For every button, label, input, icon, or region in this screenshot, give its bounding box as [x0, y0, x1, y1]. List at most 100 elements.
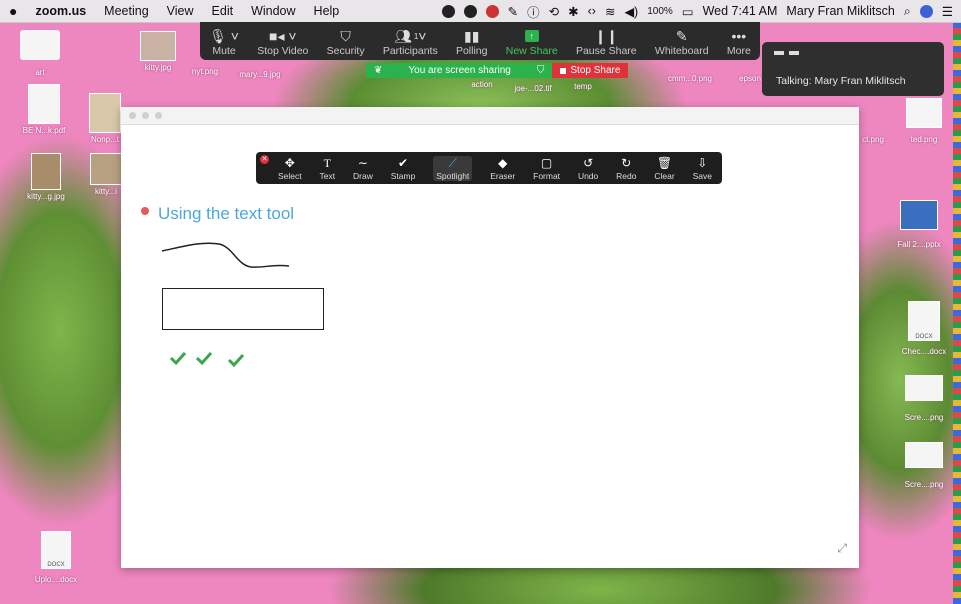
menu-help[interactable]: Help	[305, 4, 349, 18]
undo-button[interactable]: ↺ Undo	[578, 156, 598, 181]
window-titlebar[interactable]	[121, 107, 859, 125]
whiteboard-label: Whiteboard	[654, 45, 709, 57]
clear-button[interactable]: 🗑︎ Clear	[654, 156, 674, 181]
battery-percent[interactable]: 100%	[647, 6, 673, 17]
expand-corner-icon[interactable]: ⤢	[837, 541, 847, 556]
more-dots-icon: •••	[731, 28, 747, 44]
draw-tool[interactable]: ∼ Draw	[353, 156, 373, 181]
checkmark-stamp[interactable]	[227, 353, 245, 368]
apple-menu-icon[interactable]: ●	[0, 3, 26, 19]
redo-label: Redo	[616, 170, 637, 181]
info-icon[interactable]: ⓘ	[527, 2, 540, 21]
desktop-icon-temp[interactable]: temp	[553, 80, 613, 91]
eraser-tool[interactable]: ◆ Eraser	[490, 156, 515, 181]
menu-window[interactable]: Window	[242, 4, 304, 18]
pin-icon[interactable]: ✎	[508, 4, 518, 19]
user-name[interactable]: Mary Fran Miklitsch	[786, 4, 894, 18]
stop-video-button[interactable]: ■◂ ˅ Stop Video	[257, 27, 308, 58]
zoom-window-icon[interactable]	[155, 112, 162, 119]
desktop-icon-cmm[interactable]: cmm...0.png	[660, 72, 720, 83]
volume-icon[interactable]: ◀)	[624, 4, 638, 19]
whiteboard-window[interactable]: ✕ ✥ Select T Text ∼ Draw ✔ Stamp ⟋ Spotlight …	[121, 107, 859, 568]
desktop-icon-ben[interactable]: BE N...k.pdf	[14, 84, 74, 135]
desktop-icon-mary[interactable]: mary...9.jpg	[230, 68, 290, 79]
time-machine-icon[interactable]: ⟲	[549, 4, 559, 19]
redo-icon: ↻	[621, 155, 632, 170]
drawn-rectangle[interactable]	[162, 288, 324, 330]
checkmark-stamp[interactable]	[169, 351, 187, 366]
image-file-icon	[906, 98, 942, 128]
spotlight-tool[interactable]: ⟋ Spotlight	[433, 155, 473, 181]
whiteboard-heading[interactable]: Using the text tool	[158, 204, 294, 224]
desktop-icon-uplo[interactable]: DOCX Uplo....docx	[26, 531, 86, 584]
desktop-icon-scre1[interactable]: Scre....png	[894, 375, 954, 422]
select-tool[interactable]: ✥ Select	[278, 156, 302, 181]
desktop-icon-fall[interactable]: Fall 2....pptx	[889, 200, 949, 249]
more-button[interactable]: ••• More	[727, 27, 751, 57]
siri-icon[interactable]	[919, 4, 933, 18]
desktop-icon-label: kitty...g.jpg	[27, 192, 65, 201]
spotlight-search-icon[interactable]: ⌕	[904, 4, 911, 19]
shield-icon: ⛉	[340, 27, 351, 44]
desktop-icon-ted[interactable]: ted.png	[894, 98, 954, 144]
mute-button[interactable]: 🎙︎ ˅ Mute	[209, 27, 239, 58]
close-window-icon[interactable]	[129, 112, 136, 119]
desktop-icon-scre2[interactable]: Scre....png	[894, 442, 954, 489]
text-tool[interactable]: T Text	[320, 156, 336, 181]
participants-count: 1	[413, 31, 419, 41]
bluetooth-icon[interactable]: ✱	[568, 4, 578, 19]
menu-bar: ● zoom.us Meeting View Edit Window Help …	[0, 0, 961, 23]
stamp-tool[interactable]: ✔ Stamp	[391, 156, 416, 181]
wifi-icon[interactable]: ≋	[605, 4, 615, 19]
active-speaker-panel[interactable]: Talking: Mary Fran Miklitsch	[762, 42, 944, 96]
sharing-banner: ❦ You are screen sharing ⛉ Stop Share	[366, 63, 629, 78]
text-cursor-marker	[141, 207, 149, 215]
desktop-icon-nyt[interactable]: nyt.png	[175, 65, 235, 76]
image-file-icon	[31, 153, 61, 190]
freehand-stroke[interactable]	[161, 242, 290, 268]
checkmark-stamp[interactable]	[195, 351, 213, 366]
new-share-button[interactable]: ↑ New Share	[506, 27, 558, 57]
save-label: Save	[692, 170, 712, 181]
spotlight-label: Spotlight	[436, 170, 470, 181]
notification-center-icon[interactable]: ☰	[942, 4, 953, 19]
microphone-icon: 🎙︎ ˅	[209, 27, 239, 44]
desktop-icon-kitty1[interactable]: kitty...g.jpg	[16, 153, 76, 201]
security-button[interactable]: ⛉ Security	[326, 27, 365, 58]
status-app-icon-1[interactable]	[441, 4, 455, 18]
pause-share-button[interactable]: ❙❙ Pause Share	[576, 27, 637, 58]
whiteboard-button[interactable]: ✎ Whiteboard	[654, 27, 709, 58]
menu-edit[interactable]: Edit	[203, 4, 243, 18]
close-annotation-icon[interactable]: ✕	[260, 155, 269, 164]
desktop-icon-art[interactable]: art	[10, 30, 70, 77]
clock[interactable]: Wed 7:41 AM	[703, 4, 778, 18]
code-icon[interactable]: ‹›	[588, 4, 596, 18]
participants-button[interactable]: 👥︎ 1 ˅ Participants	[383, 27, 438, 58]
save-button[interactable]: ⇩ Save	[693, 156, 712, 181]
battery-icon[interactable]: ▭	[682, 4, 694, 19]
text-label: Text	[319, 170, 336, 181]
app-menu[interactable]: zoom.us	[26, 4, 95, 18]
redo-button[interactable]: ↻ Redo	[616, 156, 636, 181]
squiggle-icon: ∼	[357, 155, 368, 170]
desktop-icon-label: Scre....png	[904, 413, 944, 422]
desktop-icon-label: kitty...i	[94, 187, 118, 196]
minimize-window-icon[interactable]	[142, 112, 149, 119]
eraser-icon: ◆	[498, 155, 508, 170]
desktop-icon-check[interactable]: DOCX Chec....docx	[894, 301, 954, 356]
menu-meeting[interactable]: Meeting	[95, 4, 157, 18]
stamp-label: Stamp	[390, 170, 416, 181]
stop-share-button[interactable]: Stop Share	[552, 63, 629, 78]
minimize-icon[interactable]	[774, 51, 784, 55]
restore-icon[interactable]	[789, 51, 799, 55]
window-controls[interactable]	[774, 51, 944, 63]
talking-label: Talking: Mary Fran Miklitsch	[776, 75, 906, 87]
status-app-icon-3[interactable]	[485, 4, 499, 18]
desktop-icon-label: Uplo....docx	[34, 575, 78, 584]
menu-view[interactable]: View	[158, 4, 203, 18]
security-label: Security	[326, 45, 365, 57]
status-app-icon-2[interactable]	[463, 4, 477, 18]
annotation-toolbar: ✕ ✥ Select T Text ∼ Draw ✔ Stamp ⟋ Spotlight …	[256, 152, 722, 184]
polling-button[interactable]: ▮▮ Polling	[456, 27, 488, 58]
format-tool[interactable]: ▢ Format	[533, 156, 560, 181]
